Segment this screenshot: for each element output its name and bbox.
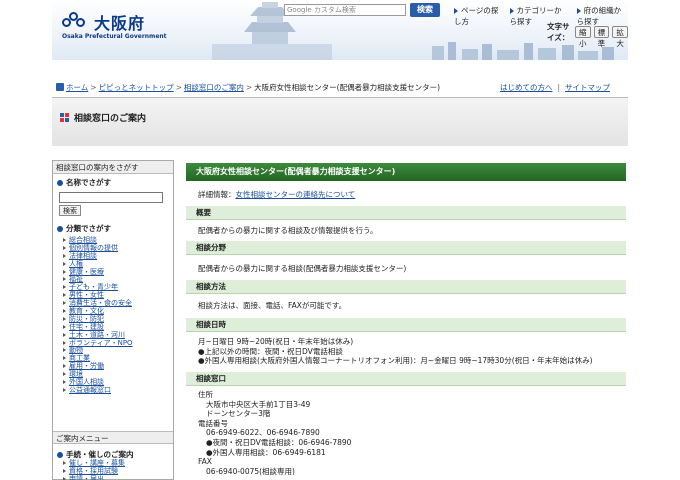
site-logo-text[interactable]: 大阪府 [94, 10, 145, 34]
sidebar: 相談窓口の案内をさがす 名称でさがす 検索 分類でさがす 総合相談 個別情報の提供… [52, 160, 174, 480]
font-size-control: 文字サイズ： 縮小 標準 拡大 [547, 21, 628, 48]
category-link[interactable]: 人権 [63, 260, 173, 268]
content-title: 大阪府女性相談センター(配偶者暴力相談支援センター) [186, 163, 626, 181]
hours-line: ●外国人専用相談(大阪府外国人情報コーナートリオフォン利用)：月~金曜日 9時~… [198, 356, 593, 366]
section-overview-head: 概要 [186, 206, 626, 220]
breadcrumb-home[interactable]: ホーム [66, 83, 88, 92]
address-label: 住所 [198, 390, 213, 399]
hours-line: 月~日曜日 9時~20時(祝日・年末年始は休み) [198, 337, 354, 346]
link-sitemap[interactable]: サイトマップ [565, 83, 610, 92]
home-icon [56, 83, 64, 91]
sidebar-heading: 相談窓口の案内をさがす [53, 161, 173, 174]
category-link[interactable]: 総合相談 [63, 236, 173, 244]
section-method-head: 相談方法 [186, 280, 626, 294]
skyline-illustration [432, 42, 614, 60]
phone-label: 電話番号 [198, 418, 228, 428]
site-logo-subtitle: Osaka Prefectural Government [62, 33, 167, 40]
menu-link[interactable]: 催し・講座・募集 [63, 459, 173, 467]
font-size-label: 文字サイズ： [547, 22, 570, 42]
font-larger-button[interactable]: 拡大 [612, 26, 628, 48]
link-how-to-find[interactable]: ページの探し方 [454, 5, 500, 27]
menu-link[interactable]: 資格・採用試験 [63, 467, 173, 475]
category-list: 総合相談 個別情報の提供 法律相談 人権 健康・医療 福祉 子ども・青少年 男性・女性 消費生活… [53, 236, 173, 394]
font-standard-button[interactable]: 標準 [593, 26, 610, 48]
category-link[interactable]: 公益通報窓口 [63, 386, 173, 394]
address-line: ドーンセンター3階 [206, 409, 271, 419]
page-title: 相談窓口のご案内 [74, 114, 147, 124]
bullet-icon [57, 451, 63, 458]
category-link[interactable]: 消費生活・食の安全 [63, 299, 173, 307]
category-link[interactable]: ボランティア・NPO [63, 339, 173, 347]
phone-line: ●外国人専用相談：06-6949-6181 [206, 447, 326, 457]
category-link[interactable]: 雇用・労働 [63, 362, 173, 370]
breadcrumb: ホーム > ピピっとネットトップ > 相談窓口のご案内 > 大阪府女性相談センター(配偶者暴… [52, 80, 628, 94]
link-first-time[interactable]: はじめての方へ [500, 83, 553, 92]
address-line: 大阪市中央区大手前1丁目3-49 [206, 399, 311, 409]
section-window-body: 住所 大阪市中央区大手前1丁目3-49 ドーンセンター3階 電話番号 06-69… [198, 390, 351, 476]
bullet-icon [57, 179, 63, 186]
section-field-head: 相談分野 [186, 241, 626, 255]
grid-icon [60, 113, 69, 122]
phone-line: ●夜間・祝日DV電話相談：06-6946-7890 [206, 437, 352, 447]
name-search-input[interactable] [59, 192, 163, 203]
category-link[interactable]: 住宅・建設 [63, 323, 173, 331]
page-title-band: 相談窓口のご案内 [52, 98, 628, 146]
section-hours-head: 相談日時 [186, 318, 626, 332]
breadcrumb-consultation[interactable]: 相談窓口のご案内 [184, 83, 244, 92]
section-field-body: 配偶者からの暴力に関する相談(配偶者暴力相談支援センター) [198, 264, 407, 273]
category-link[interactable]: 健康・医療 [63, 268, 173, 276]
fax-label: FAX [198, 457, 212, 467]
breadcrumb-current: 大阪府女性相談センター(配偶者暴力相談支援センター) [254, 83, 441, 92]
page: 大阪府 Osaka Prefectural Government Google … [0, 0, 680, 480]
name-search-heading: 名称でさがす [53, 174, 173, 190]
phone-line: 06-6949-6022、06-6946-7890 [206, 428, 320, 438]
menu-heading: ご案内メニュー [53, 431, 173, 444]
font-smaller-button[interactable]: 縮小 [574, 26, 591, 48]
category-link[interactable]: 防災・防犯 [63, 315, 173, 323]
name-search-button[interactable]: 検索 [59, 205, 81, 216]
breadcrumb-pipitto-top[interactable]: ピピっとネットトップ [99, 83, 174, 92]
category-link[interactable]: 法律相談 [63, 252, 173, 260]
menu-link[interactable]: 申請・届出 [63, 475, 173, 480]
menu-list: 催し・講座・募集 資格・採用試験 申請・届出 [53, 459, 173, 480]
detail-link[interactable]: 女性相談センターの連絡先について [236, 190, 356, 199]
section-method-body: 相談方法は、面接、電話、FAXが可能です。 [198, 301, 347, 310]
category-link[interactable]: 環境 [63, 370, 173, 378]
site-search-input[interactable]: Google カスタム検索 [284, 4, 406, 16]
category-link[interactable]: 教育・文化 [63, 307, 173, 315]
category-link[interactable]: 土木・道路・河川 [63, 331, 173, 339]
site-header: 大阪府 Osaka Prefectural Government Google … [52, 0, 628, 60]
category-search-heading: 分類でさがす [53, 220, 173, 236]
category-link[interactable]: 個別情報の提供 [63, 244, 173, 252]
bullet-icon [57, 225, 63, 232]
osaka-logo-icon[interactable] [62, 12, 92, 30]
section-window-head: 相談窓口 [186, 372, 626, 386]
fax-line: 06-6940-0075(相談専用) [206, 466, 295, 476]
hours-line: ●上記以外の時間：夜間・祝日DV電話相談 [198, 346, 343, 356]
main-content: 大阪府女性相談センター(配偶者暴力相談支援センター) 詳細情報：女性相談センター… [186, 163, 626, 480]
category-link[interactable]: 男性・女性 [63, 291, 173, 299]
site-search-button[interactable]: 検索 [410, 3, 440, 17]
category-link[interactable]: 外国人相談 [63, 378, 173, 386]
section-hours-body: 月~日曜日 9時~20時(祝日・年末年始は休み) ●上記以外の時間：夜間・祝日D… [198, 337, 593, 366]
detail-info: 詳細情報：女性相談センターの連絡先について [198, 190, 356, 199]
section-overview-body: 配偶者からの暴力に関する相談及び情報提供を行う。 [198, 226, 378, 235]
